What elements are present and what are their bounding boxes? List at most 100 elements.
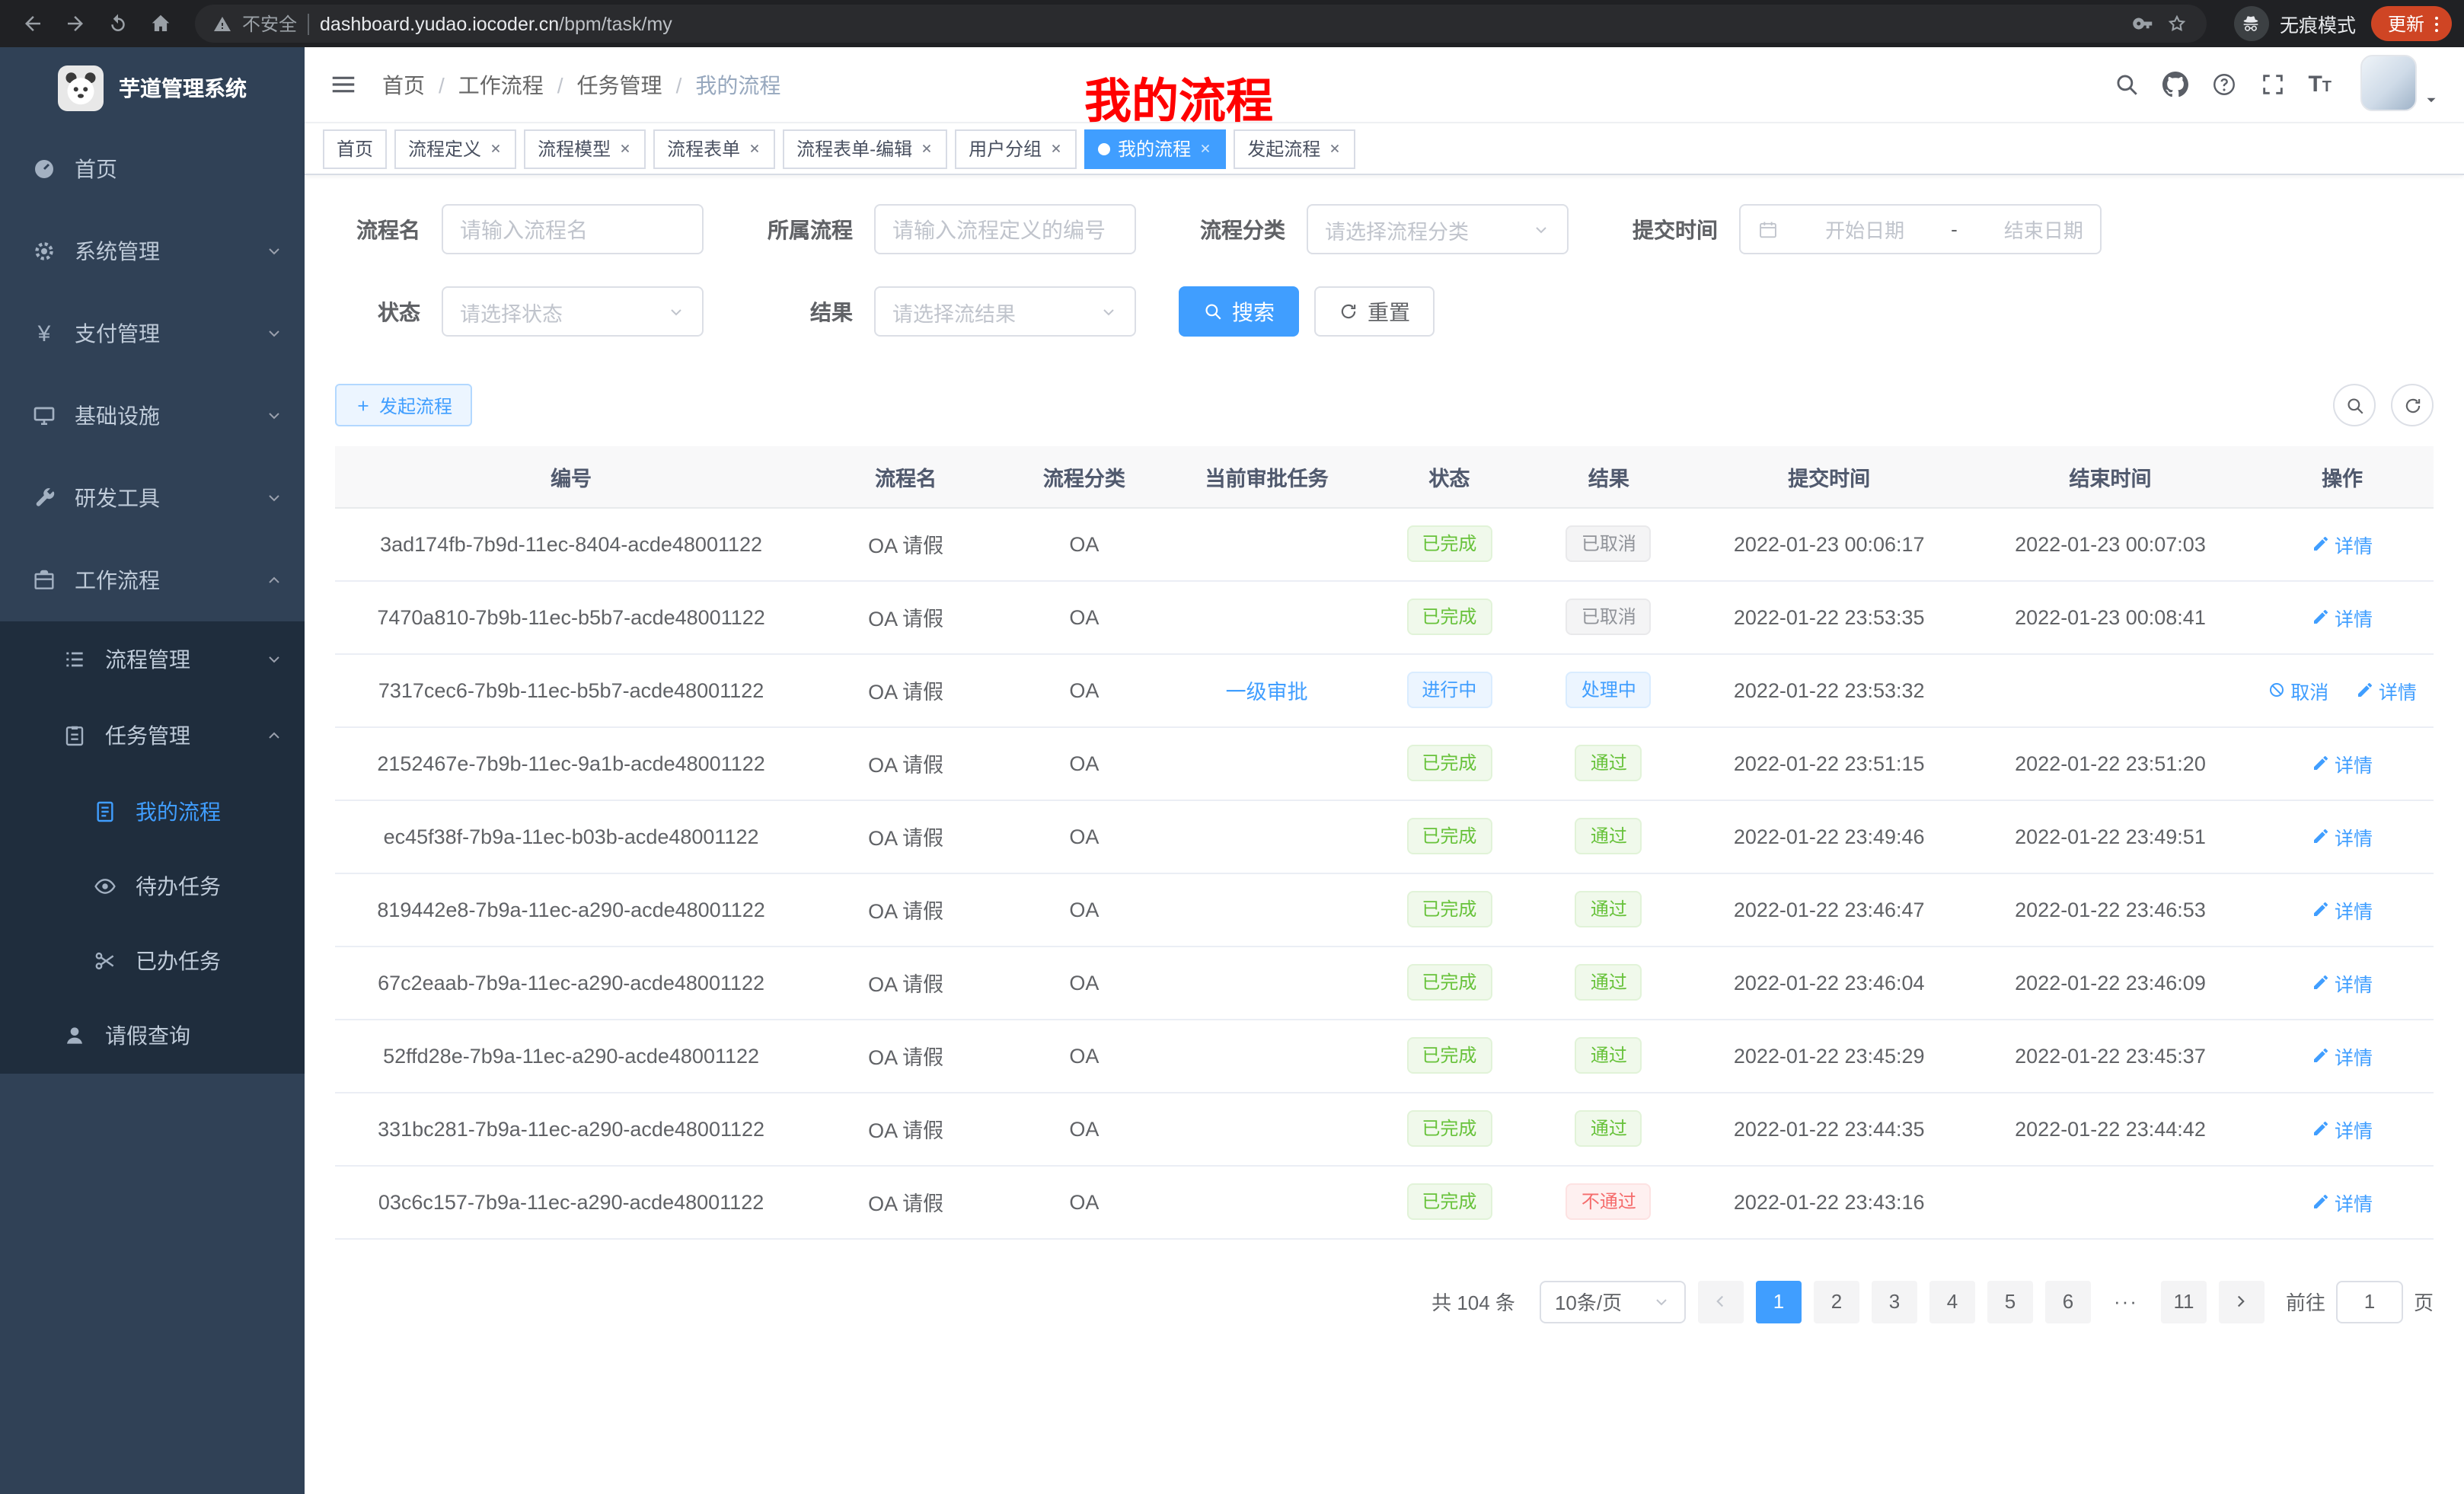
status-select[interactable]: 请选择状态 [442, 286, 704, 337]
result-label: 结果 [746, 296, 853, 327]
cell-process-id: 3ad174fb-7b9d-11ec-8404-acde48001122 [335, 507, 807, 580]
toggle-search-button[interactable] [2333, 384, 2376, 426]
tab-close-icon[interactable] [1328, 142, 1342, 155]
detail-link[interactable]: 详情 [2312, 822, 2373, 851]
status-badge: 已完成 [1406, 1037, 1492, 1074]
detail-link[interactable]: 详情 [2312, 1187, 2373, 1216]
page-button[interactable]: 2 [1814, 1280, 1859, 1323]
sidebar-item-process-mgmt[interactable]: 流程管理 [0, 621, 305, 698]
chevron-down-icon [265, 242, 283, 260]
sidebar-item-home[interactable]: 首页 [0, 128, 305, 210]
tab-my-process[interactable]: 我的流程 [1084, 129, 1226, 168]
process-definition-input[interactable] [874, 204, 1136, 254]
cell-status: 已完成 [1370, 946, 1529, 1019]
breadcrumb-home[interactable]: 首页 [382, 69, 425, 100]
create-process-button[interactable]: 发起流程 [335, 384, 472, 426]
page-button[interactable]: 5 [1987, 1280, 2033, 1323]
cell-current-task [1164, 800, 1370, 873]
page-button[interactable]: 11 [2161, 1280, 2207, 1323]
breadcrumb-workflow[interactable]: 工作流程 [458, 69, 544, 100]
detail-link[interactable]: 详情 [2312, 1114, 2373, 1143]
search-button[interactable]: 搜索 [1179, 286, 1299, 337]
bookmark-star-icon[interactable] [2166, 12, 2188, 35]
sidebar-item-payment[interactable]: ¥ 支付管理 [0, 292, 305, 375]
refresh-table-button[interactable] [2391, 384, 2434, 426]
font-size-icon[interactable]: TT [2308, 73, 2332, 96]
page-size-select[interactable]: 10条/页 [1540, 1280, 1686, 1323]
goto-page-input[interactable] [2336, 1280, 2403, 1323]
cancel-link[interactable]: 取消 [2268, 675, 2328, 704]
current-task-link[interactable]: 一级审批 [1226, 681, 1308, 704]
detail-link[interactable]: 详情 [2312, 749, 2373, 777]
search-icon [1203, 302, 1223, 321]
tab-close-icon[interactable] [920, 142, 934, 155]
tab-close-icon[interactable] [1049, 142, 1063, 155]
tab-close-icon[interactable] [1198, 142, 1212, 155]
tab-close-icon[interactable] [489, 142, 503, 155]
page-button[interactable]: 3 [1872, 1280, 1917, 1323]
user-icon [61, 1023, 88, 1048]
category-select[interactable]: 请选择流程分类 [1307, 204, 1569, 254]
sidebar-item-dev-tools[interactable]: 研发工具 [0, 457, 305, 539]
tab-start-process[interactable]: 发起流程 [1234, 129, 1355, 168]
tab-close-icon[interactable] [748, 142, 761, 155]
detail-link[interactable]: 详情 [2312, 968, 2373, 997]
page-button[interactable]: 4 [1929, 1280, 1975, 1323]
tab-process-form-edit[interactable]: 流程表单-编辑 [783, 129, 947, 168]
total-count: 共 104 条 [1431, 1287, 1515, 1316]
tab-process-definition[interactable]: 流程定义 [394, 129, 516, 168]
browser-home-button[interactable] [140, 4, 180, 43]
detail-link[interactable]: 详情 [2312, 895, 2373, 924]
avatar[interactable] [2360, 55, 2417, 111]
update-button[interactable]: 更新 [2371, 6, 2452, 41]
cell-category: OA [1004, 726, 1163, 800]
hamburger-icon[interactable] [329, 70, 358, 99]
page-button[interactable]: 6 [2045, 1280, 2091, 1323]
breadcrumb-task-mgmt[interactable]: 任务管理 [577, 69, 662, 100]
page-button[interactable]: 1 [1756, 1280, 1802, 1323]
browser-reload-button[interactable] [97, 4, 137, 43]
page-button[interactable]: ··· [2103, 1280, 2149, 1323]
sidebar-item-done-task[interactable]: 已办任务 [0, 923, 305, 998]
filter-submit-time: 提交时间 开始日期 - 结束日期 [1611, 204, 2102, 254]
tab-process-form[interactable]: 流程表单 [653, 129, 775, 168]
browser-back-button[interactable] [12, 4, 52, 43]
browser-menu-icon[interactable] [2426, 13, 2447, 34]
table-tools [2333, 384, 2434, 426]
process-name-input[interactable] [442, 204, 704, 254]
result-select[interactable]: 请选择流结果 [874, 286, 1136, 337]
fullscreen-icon[interactable] [2259, 72, 2285, 97]
tab-home[interactable]: 首页 [323, 129, 387, 168]
col-actions: 操作 [2251, 446, 2434, 507]
detail-link[interactable]: 详情 [2356, 675, 2417, 704]
help-icon[interactable] [2210, 72, 2236, 97]
address-bar[interactable]: 不安全 dashboard.yudao.iocoder.cn/bpm/task/… [195, 5, 2207, 43]
user-menu[interactable] [2360, 55, 2440, 114]
start-date-placeholder[interactable]: 开始日期 [1825, 215, 1904, 244]
sidebar-item-infrastructure[interactable]: 基础设施 [0, 375, 305, 457]
status-badge: 已完成 [1406, 964, 1492, 1001]
sidebar-item-todo-task[interactable]: 待办任务 [0, 848, 305, 923]
detail-link[interactable]: 详情 [2312, 602, 2373, 631]
sidebar-item-task-mgmt[interactable]: 任务管理 [0, 698, 305, 774]
app-logo[interactable]: 芋道管理系统 [0, 47, 305, 128]
end-date-placeholder[interactable]: 结束日期 [2004, 215, 2083, 244]
password-key-icon[interactable] [2132, 12, 2155, 35]
tab-process-model[interactable]: 流程模型 [524, 129, 646, 168]
tab-user-group[interactable]: 用户分组 [955, 129, 1077, 168]
sidebar-item-my-process[interactable]: 我的流程 [0, 774, 305, 848]
browser-forward-button[interactable] [55, 4, 94, 43]
sidebar-menu: 首页 系统管理 ¥ 支付管理 基础设施 [0, 128, 305, 1074]
sidebar-item-workflow[interactable]: 工作流程 [0, 539, 305, 621]
prev-page-button[interactable] [1698, 1280, 1744, 1323]
search-icon[interactable] [2113, 72, 2139, 97]
reset-button[interactable]: 重置 [1314, 286, 1435, 337]
tab-close-icon[interactable] [618, 142, 632, 155]
sidebar-item-system[interactable]: 系统管理 [0, 210, 305, 292]
next-page-button[interactable] [2219, 1280, 2265, 1323]
submit-time-range-picker[interactable]: 开始日期 - 结束日期 [1739, 204, 2102, 254]
github-icon[interactable] [2162, 72, 2188, 97]
detail-link[interactable]: 详情 [2312, 1041, 2373, 1070]
sidebar-item-leave-query[interactable]: 请假查询 [0, 998, 305, 1074]
detail-link[interactable]: 详情 [2312, 529, 2373, 558]
